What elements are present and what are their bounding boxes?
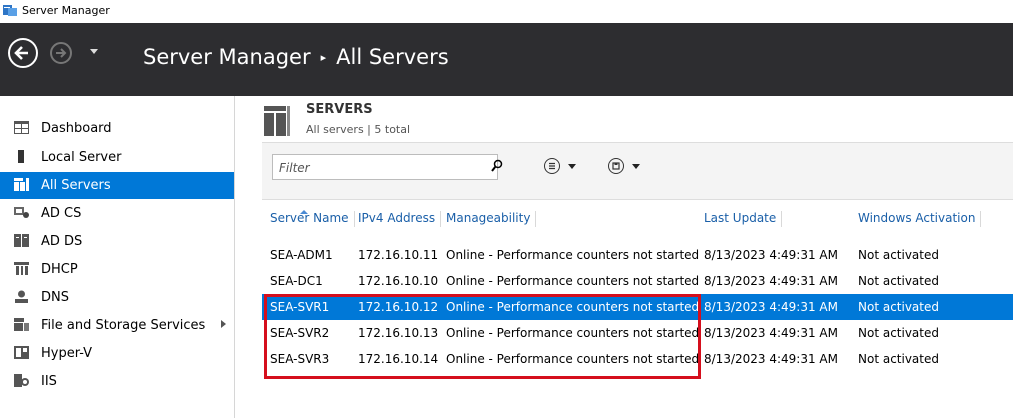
forward-button[interactable] — [50, 42, 72, 64]
sidebar-item-ad-cs[interactable]: AD CS — [0, 200, 234, 227]
table-header: Server Name IPv4 Address Manageability L… — [262, 204, 1013, 230]
window-titlebar: Server Manager — [0, 0, 1013, 23]
cell-activation: Not activated — [858, 274, 939, 288]
dhcp-icon — [14, 262, 29, 275]
cell-last-update: 8/13/2023 4:49:31 AM — [704, 352, 838, 366]
breadcrumb: Server Manager ▸ All Servers — [143, 45, 449, 69]
sidebar-item-label: File and Storage Services — [41, 318, 206, 333]
filter-input[interactable]: Filter — [272, 154, 503, 180]
file-storage-icon — [14, 318, 29, 331]
cell-last-update: 8/13/2023 4:49:31 AM — [704, 274, 838, 288]
column-windows-activation[interactable]: Windows Activation — [858, 211, 982, 227]
sidebar-item-label: Local Server — [41, 150, 122, 165]
iis-icon — [14, 374, 29, 387]
ad-ds-icon — [14, 234, 29, 247]
sidebar-item-label: AD DS — [41, 234, 83, 249]
history-dropdown-icon[interactable] — [90, 49, 98, 54]
window-title: Server Manager — [22, 4, 110, 17]
list-options-icon — [544, 158, 560, 174]
cell-manageability: Online - Performance counters not starte… — [446, 248, 700, 262]
chevron-down-icon — [568, 164, 576, 169]
sidebar-item-dns[interactable]: DNS — [0, 284, 234, 311]
sidebar-item-ad-ds[interactable]: AD DS — [0, 228, 234, 255]
sidebar-item-dashboard[interactable]: Dashboard — [0, 115, 234, 142]
query-options-button[interactable] — [544, 158, 584, 178]
sidebar-item-dhcp[interactable]: DHCP — [0, 256, 234, 283]
cell-last-update: 8/13/2023 4:49:31 AM — [704, 248, 838, 262]
sidebar-item-label: DNS — [41, 290, 69, 305]
sidebar-item-hyper-v[interactable]: Hyper-V — [0, 340, 234, 367]
cell-activation: Not activated — [858, 300, 939, 314]
cell-manageability: Online - Performance counters not starte… — [446, 274, 700, 288]
arrow-left-icon — [14, 46, 28, 60]
sort-ascending-icon — [300, 210, 308, 214]
section-subtitle: All servers | 5 total — [306, 123, 411, 136]
cell-activation: Not activated — [858, 248, 939, 262]
sidebar-item-label: Hyper-V — [41, 346, 93, 361]
cell-ipv4: 172.16.10.10 — [358, 274, 439, 288]
cell-server-name: SEA-DC1 — [270, 274, 323, 288]
sidebar: Dashboard Local Server All Servers AD CS… — [0, 96, 235, 418]
sidebar-item-all-servers[interactable]: All Servers — [0, 172, 234, 199]
sidebar-item-iis[interactable]: IIS — [0, 368, 234, 395]
filter-toolbar: Filter — [262, 142, 1013, 200]
servers-icon — [14, 178, 29, 191]
cell-last-update: 8/13/2023 4:49:31 AM — [704, 300, 838, 314]
filter-placeholder: Filter — [279, 161, 310, 175]
server-icon — [18, 150, 24, 163]
sidebar-item-label: AD CS — [41, 206, 82, 221]
sidebar-item-label: DHCP — [41, 262, 78, 277]
chevron-down-icon — [632, 164, 640, 169]
highlight-box — [264, 294, 701, 379]
column-manageability[interactable]: Manageability — [446, 211, 537, 227]
column-ipv4-address[interactable]: IPv4 Address — [358, 211, 442, 227]
dns-icon — [15, 290, 28, 303]
breadcrumb-app[interactable]: Server Manager — [143, 45, 311, 69]
expand-arrow-icon[interactable] — [221, 320, 226, 328]
cell-activation: Not activated — [858, 326, 939, 340]
arrow-right-icon — [56, 48, 67, 58]
save-query-button[interactable] — [608, 158, 648, 178]
breadcrumb-page: All Servers — [336, 45, 449, 69]
sidebar-item-file-storage[interactable]: File and Storage Services — [0, 312, 234, 339]
column-server-name[interactable]: Server Name — [270, 210, 355, 227]
ad-cs-icon — [14, 207, 29, 218]
table-row[interactable]: SEA-ADM1 172.16.10.11 Online - Performan… — [262, 242, 1013, 268]
back-button[interactable] — [8, 38, 38, 68]
sidebar-item-label: All Servers — [41, 178, 111, 193]
dashboard-icon — [14, 121, 29, 134]
hyper-v-icon — [14, 346, 29, 359]
cell-activation: Not activated — [858, 352, 939, 366]
cell-server-name: SEA-ADM1 — [270, 248, 333, 262]
search-icon[interactable] — [491, 159, 503, 173]
section-title: SERVERS — [306, 102, 373, 117]
sidebar-item-label: IIS — [41, 374, 57, 389]
sidebar-item-label: Dashboard — [41, 121, 112, 136]
table-row[interactable]: SEA-DC1 172.16.10.10 Online - Performanc… — [262, 268, 1013, 294]
cell-ipv4: 172.16.10.11 — [358, 248, 439, 262]
servers-tile-icon — [264, 106, 290, 136]
save-icon — [608, 158, 624, 174]
sidebar-item-local-server[interactable]: Local Server — [0, 144, 234, 171]
cell-last-update: 8/13/2023 4:49:31 AM — [704, 326, 838, 340]
server-manager-app-icon — [3, 5, 17, 16]
breadcrumb-separator-icon: ▸ — [320, 51, 327, 64]
column-last-update[interactable]: Last Update — [704, 211, 783, 227]
header-bar: Server Manager ▸ All Servers — [0, 23, 1013, 96]
